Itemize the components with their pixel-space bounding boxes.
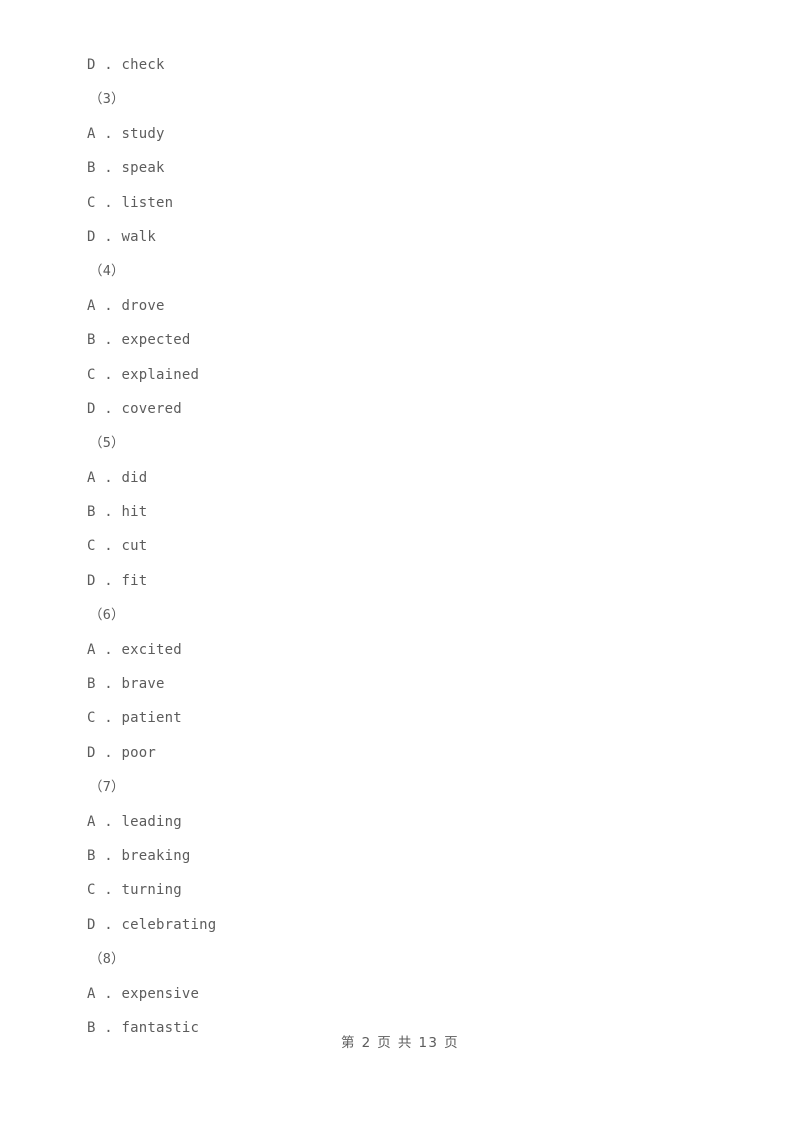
answer-option: C . patient [87, 710, 182, 727]
answer-option: D . fit [87, 572, 148, 589]
answer-option: D . check [87, 57, 165, 73]
answer-option: A . excited [87, 641, 182, 658]
answer-option: B . hit [87, 504, 148, 521]
answer-option: A . did [87, 469, 148, 486]
answer-option: C . turning [87, 882, 182, 899]
answer-option: D . celebrating [87, 916, 217, 933]
answer-option: B . brave [87, 676, 165, 693]
answer-option: B . expected [87, 332, 191, 349]
answer-option: A . expensive [87, 985, 200, 1002]
question-options-list: D . check （3） A . study B . speak C . listen… [0, 48, 800, 1045]
question-number: （7） [89, 779, 125, 796]
answer-option: A . leading [87, 813, 182, 830]
page-footer: 第 2 页 共 13 页 [340, 1035, 460, 1051]
answer-option: A . study [87, 125, 165, 142]
document-page: D . check （3） A . study B . speak C . listen… [0, 0, 800, 1132]
question-number: （4） [89, 263, 125, 280]
answer-option: A . drove [87, 297, 165, 314]
answer-option: C . listen [87, 194, 174, 211]
question-number: （8） [89, 951, 125, 968]
answer-option: C . cut [87, 538, 148, 555]
answer-option: C . explained [87, 366, 200, 383]
question-number: （5） [89, 435, 125, 452]
answer-option: D . covered [87, 400, 182, 417]
answer-option: B . breaking [87, 847, 191, 864]
answer-option: B . speak [87, 160, 165, 177]
answer-option: D . poor [87, 744, 157, 761]
answer-option: D . walk [87, 228, 157, 245]
question-number: （6） [89, 607, 125, 624]
question-number: （3） [89, 91, 125, 108]
